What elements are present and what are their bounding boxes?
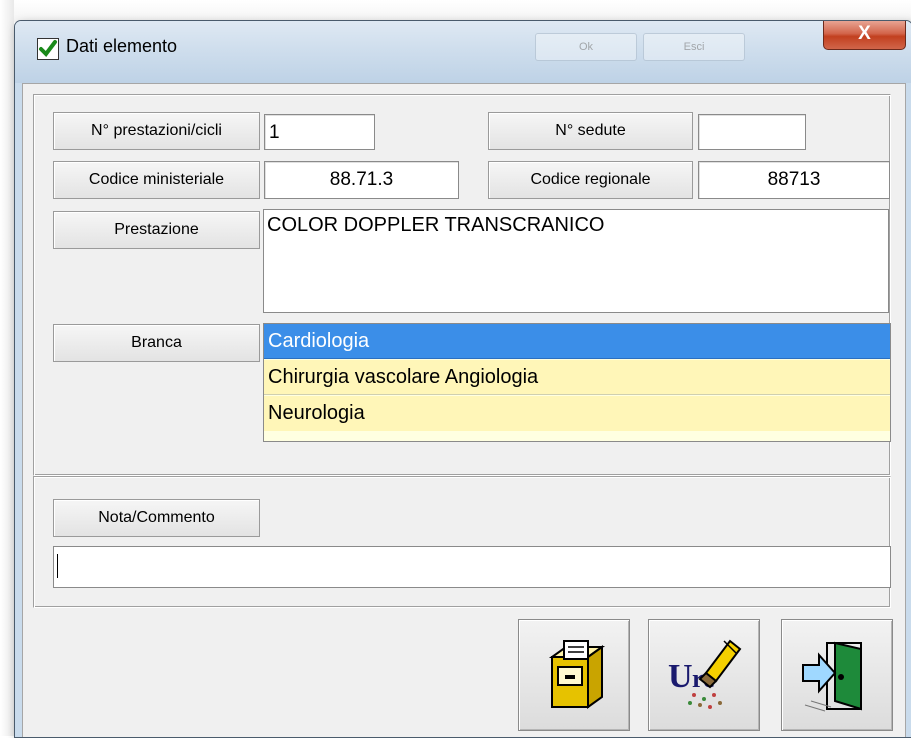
- codice-regionale-label-button[interactable]: Codice regionale: [488, 161, 693, 199]
- n-sedute-field[interactable]: [698, 114, 806, 150]
- ghost-ok-button: Ok: [535, 33, 637, 61]
- title-bar[interactable]: Dati elemento Ok Esci X: [15, 21, 911, 83]
- exit-door-icon: [802, 641, 862, 712]
- branca-item-neurologia[interactable]: Neurologia: [264, 396, 890, 431]
- save-button[interactable]: [518, 619, 630, 731]
- branca-item-cardiologia[interactable]: Cardiologia: [264, 324, 890, 359]
- n-prestazioni-label-button[interactable]: N° prestazioni/cicli: [53, 112, 260, 150]
- prestazione-textarea[interactable]: COLOR DOPPLER TRANSCRANICO: [263, 209, 889, 313]
- text-caret: [57, 554, 58, 578]
- codice-ministeriale-label-button[interactable]: Codice ministeriale: [53, 161, 260, 199]
- svg-text:U: U: [668, 658, 693, 695]
- n-sedute-label-button[interactable]: N° sedute: [488, 112, 693, 150]
- dati-elemento-dialog: Dati elemento Ok Esci X N° prestazioni/c…: [14, 20, 911, 738]
- nota-group: [33, 476, 891, 608]
- desktop-backdrop: [0, 0, 911, 22]
- desktop-backdrop-left: [0, 0, 14, 736]
- ghost-esci-button: Esci: [643, 33, 745, 61]
- nota-commento-input[interactable]: [53, 546, 891, 588]
- codice-ministeriale-field[interactable]: 88.71.3: [264, 161, 459, 199]
- nota-commento-label-button[interactable]: Nota/Commento: [53, 499, 260, 537]
- branca-listbox[interactable]: Cardiologia Chirurgia vascolare Angiolog…: [263, 323, 891, 442]
- checkmark-app-icon: [37, 38, 59, 60]
- codice-regionale-field[interactable]: 88713: [698, 161, 890, 199]
- eraser-icon: U re: [668, 639, 742, 709]
- dialog-client-area: N° prestazioni/cicli 1 N° sedute Codice …: [22, 83, 906, 737]
- prestazione-label-button[interactable]: Prestazione: [53, 211, 260, 249]
- close-button[interactable]: X: [823, 21, 906, 50]
- branca-label-button[interactable]: Branca: [53, 324, 260, 362]
- n-prestazioni-field[interactable]: 1: [264, 114, 375, 150]
- branca-item-chirurgia-vascolare[interactable]: Chirurgia vascolare Angiologia: [264, 360, 890, 395]
- delete-button[interactable]: U re: [648, 619, 760, 731]
- exit-button[interactable]: [781, 619, 893, 731]
- save-cabinet-icon: [548, 640, 606, 709]
- window-title: Dati elemento: [66, 36, 178, 56]
